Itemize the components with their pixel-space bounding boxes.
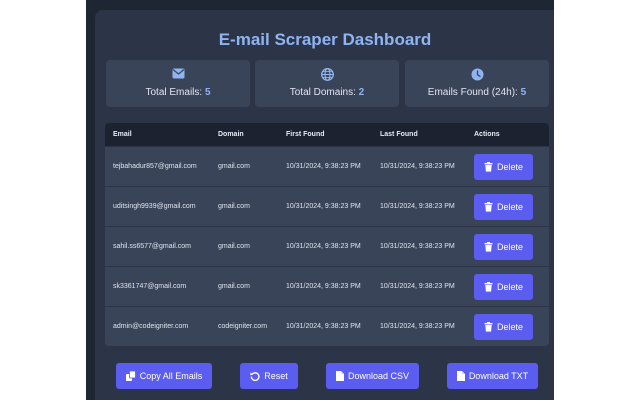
trash-icon (484, 202, 493, 212)
stat-card-total-domains: Total Domains: 2 (255, 60, 399, 107)
download-csv-label: Download CSV (347, 371, 410, 381)
domain-cell: codeigniter.com (218, 323, 268, 330)
column-header-email: Email (113, 131, 132, 138)
copy-icon (125, 371, 136, 381)
domain-cell: gmail.com (218, 243, 250, 250)
stat-label: Emails Found (24h): (427, 87, 518, 98)
table-row: sk3361747@gmail.com gmail.com 10/31/2024… (105, 266, 549, 306)
clock-icon (405, 68, 549, 81)
page-title: E-mail Scraper Dashboard (218, 30, 432, 49)
file-icon (335, 371, 344, 381)
table-header: Email Domain First Found Last Found Acti… (105, 123, 549, 146)
table-row: sahil.ss6577@gmail.com gmail.com 10/31/2… (105, 226, 549, 266)
globe-icon (255, 68, 399, 81)
copy-all-label: Copy All Emails (139, 371, 203, 381)
trash-icon (484, 162, 493, 172)
first-found-cell: 10/31/2024, 9:38:23 PM (286, 163, 361, 170)
last-found-cell: 10/31/2024, 9:38:23 PM (380, 163, 455, 170)
column-header-actions: Actions (474, 131, 500, 138)
delete-label: Delete (496, 322, 523, 332)
delete-label: Delete (496, 242, 523, 252)
delete-button[interactable]: Delete (474, 274, 533, 300)
download-txt-button[interactable]: Download TXT (447, 363, 538, 389)
first-found-cell: 10/31/2024, 9:38:23 PM (286, 203, 361, 210)
delete-button[interactable]: Delete (474, 194, 533, 220)
domain-cell: gmail.com (218, 163, 250, 170)
stat-card-total-emails: Total Emails: 5 (106, 60, 250, 107)
trash-icon (484, 242, 493, 252)
domain-cell: gmail.com (218, 203, 250, 210)
stat-label: Total Domains: (289, 87, 356, 98)
email-cell: uditsingh9939@gmail.com (113, 203, 196, 210)
dashboard-panel: E-mail Scraper Dashboard Total Emails: 5… (95, 10, 554, 400)
app-window: E-mail Scraper Dashboard Total Emails: 5… (86, 0, 554, 400)
first-found-cell: 10/31/2024, 9:38:23 PM (286, 323, 361, 330)
delete-button[interactable]: Delete (474, 234, 533, 260)
table-row: tejbahadur857@gmail.com gmail.com 10/31/… (105, 146, 549, 186)
table-row: admin@codeigniter.com codeigniter.com 10… (105, 306, 549, 346)
column-header-domain: Domain (218, 131, 244, 138)
delete-label: Delete (496, 282, 523, 292)
last-found-cell: 10/31/2024, 9:38:23 PM (380, 323, 455, 330)
email-cell: sk3361747@gmail.com (113, 283, 187, 290)
stat-value: 5 (204, 87, 211, 98)
email-cell: admin@codeigniter.com (113, 323, 189, 330)
stat-value: 2 (358, 87, 365, 98)
stat-label: Total Emails: (145, 87, 203, 98)
stat-text: Total Emails: 5 (106, 87, 250, 98)
reset-button[interactable]: Reset (240, 363, 298, 389)
delete-button[interactable]: Delete (474, 154, 533, 180)
domain-cell: gmail.com (218, 283, 250, 290)
copy-all-emails-button[interactable]: Copy All Emails (116, 363, 212, 389)
download-csv-button[interactable]: Download CSV (326, 363, 419, 389)
delete-button[interactable]: Delete (474, 314, 533, 340)
column-header-last-found: Last Found (380, 131, 418, 138)
reset-label: Reset (264, 371, 288, 381)
last-found-cell: 10/31/2024, 9:38:23 PM (380, 243, 455, 250)
column-header-first-found: First Found (286, 131, 325, 138)
stat-card-emails-24h: Emails Found (24h): 5 (405, 60, 549, 107)
stat-text: Emails Found (24h): 5 (405, 87, 549, 98)
delete-label: Delete (496, 162, 523, 172)
emails-table: Email Domain First Found Last Found Acti… (105, 123, 549, 346)
delete-label: Delete (496, 202, 523, 212)
download-txt-label: Download TXT (468, 371, 529, 381)
trash-icon (484, 282, 493, 292)
last-found-cell: 10/31/2024, 9:38:23 PM (380, 203, 455, 210)
stat-value: 5 (520, 87, 527, 98)
table-row: uditsingh9939@gmail.com gmail.com 10/31/… (105, 186, 549, 226)
stat-text: Total Domains: 2 (255, 87, 399, 98)
first-found-cell: 10/31/2024, 9:38:23 PM (286, 283, 361, 290)
email-cell: tejbahadur857@gmail.com (113, 163, 197, 170)
undo-icon (250, 371, 260, 381)
first-found-cell: 10/31/2024, 9:38:23 PM (286, 243, 361, 250)
envelope-icon (106, 68, 250, 81)
last-found-cell: 10/31/2024, 9:38:23 PM (380, 283, 455, 290)
file-icon (456, 371, 465, 381)
email-cell: sahil.ss6577@gmail.com (113, 243, 191, 250)
trash-icon (484, 322, 493, 332)
